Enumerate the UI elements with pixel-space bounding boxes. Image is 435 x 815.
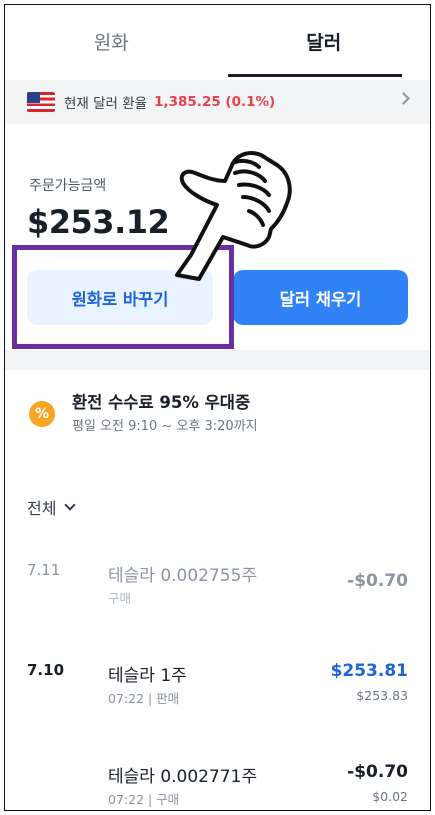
- fill-usd-button[interactable]: 달러 채우기: [233, 270, 408, 325]
- transaction-detail: 07:22 | 구매: [108, 792, 180, 807]
- transaction-name: 테슬라 0.002771주: [108, 767, 258, 787]
- us-flag-icon: [27, 92, 55, 112]
- pointing-hand-icon: [175, 151, 292, 281]
- tab-krw[interactable]: 원화: [5, 5, 218, 77]
- filter-dropdown[interactable]: 전체: [27, 495, 77, 519]
- transaction-date: 7.11: [27, 561, 61, 579]
- section-divider: [5, 350, 430, 370]
- exchange-rate-bar[interactable]: 현재 달러 환율 1,385.25 (0.1%): [5, 80, 430, 124]
- transaction-detail: 구매: [108, 591, 132, 606]
- transaction-row[interactable]: 테슬라 0.002771주 07:22 | 구매 -$0.70 $0.02: [5, 762, 430, 810]
- transaction-amount: $253.81: [330, 661, 408, 681]
- transaction-amount: -$0.70: [347, 762, 408, 782]
- transaction-amount: -$0.70: [347, 571, 408, 591]
- available-amount: $253.12: [27, 203, 170, 241]
- transaction-date: 7.10: [27, 661, 65, 679]
- transaction-detail: 07:22 | 판매: [108, 691, 180, 706]
- rate-label: 현재 달러 환율: [64, 96, 148, 112]
- app-frame: 원화 달러 현재 달러 환율 1,385.25 (0.1%) 주문가능금액 $2…: [4, 4, 431, 811]
- chevron-right-icon: [397, 92, 410, 105]
- transaction-name: 테슬라 0.002755주: [108, 566, 258, 586]
- available-amount-label: 주문가능금액: [29, 178, 107, 194]
- promo-title: 환전 수수료 95% 우대중: [72, 393, 251, 412]
- chevron-down-icon: [64, 499, 77, 511]
- promo-subtitle: 평일 오전 9:10 ~ 오후 3:20까지: [72, 419, 258, 434]
- tab-usd[interactable]: 달러: [218, 5, 431, 77]
- percent-badge-icon: %: [29, 401, 55, 427]
- rate-value: 1,385.25 (0.1%): [154, 94, 276, 110]
- filter-label: 전체: [27, 499, 57, 518]
- currency-tabs: 원화 달러: [5, 5, 430, 77]
- transaction-row[interactable]: 7.10 테슬라 1주 07:22 | 판매 $253.81 $253.83: [5, 661, 430, 721]
- transaction-sub-amount: $253.83: [356, 688, 408, 703]
- transaction-sub-amount: $0.02: [372, 789, 408, 804]
- transaction-name: 테슬라 1주: [108, 666, 187, 686]
- transaction-row[interactable]: 7.11 테슬라 0.002755주 구매 -$0.70: [5, 561, 430, 621]
- convert-to-krw-button[interactable]: 원화로 바꾸기: [27, 270, 213, 325]
